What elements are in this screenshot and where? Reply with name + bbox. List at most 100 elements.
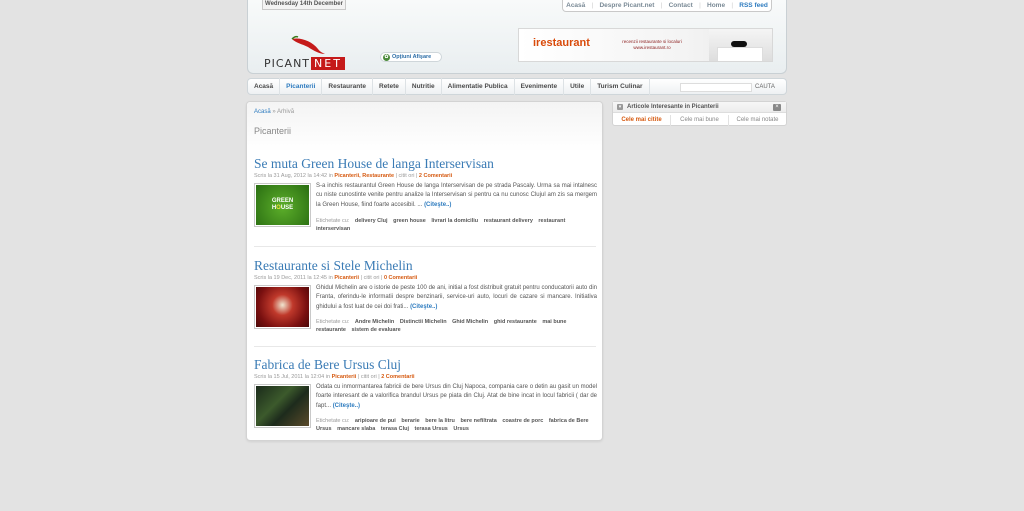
widget-title: Articole Interesante in Picanterii: [627, 104, 719, 110]
content-panel: Acasă » Arhivă Picanterii Se muta Green …: [246, 101, 603, 441]
breadcrumb-current: Arhivă: [277, 109, 295, 115]
post-tags: Etichetate cu: aripioare de pui berarie …: [316, 418, 597, 433]
post-thumbnail[interactable]: GREEN HOUSE: [254, 183, 311, 227]
tag-link[interactable]: terasa Ursus: [415, 426, 448, 432]
tag-link[interactable]: terasa Cluj: [381, 426, 409, 432]
read-more-link[interactable]: (Citeşte..): [424, 202, 451, 208]
display-options-button[interactable]: ✿ Opţiuni Afişare: [380, 52, 442, 62]
search-input[interactable]: [680, 83, 752, 92]
nav-item-nutritie[interactable]: Nutritie: [406, 78, 442, 95]
thumb-text-house: HOUSE: [272, 205, 293, 212]
gear-icon: ✿: [383, 53, 390, 61]
chili-pepper-icon: [291, 35, 325, 54]
banner-brand-text: irestaurant: [533, 37, 590, 49]
post-item: Fabrica de Bere Ursus Cluj Scris la 15 J…: [254, 357, 597, 437]
post-comments-link[interactable]: 0 Comentarii: [384, 275, 417, 281]
top-link-rss[interactable]: RSS feed: [739, 2, 768, 9]
post-thumbnail[interactable]: [254, 384, 311, 428]
post-reads: | citit ori |: [357, 374, 380, 380]
tag-link[interactable]: mancare slaba: [337, 426, 375, 432]
post-meta: Scris la 31 Aug, 2012 la 14:42 in Picant…: [254, 173, 596, 179]
post-title[interactable]: Fabrica de Bere Ursus Cluj: [254, 357, 596, 372]
separator: |: [591, 2, 594, 9]
breadcrumb: Acasă » Arhivă: [254, 109, 324, 117]
nav-item-acasa[interactable]: Acasă: [248, 78, 281, 95]
ad-banner[interactable]: irestaurant recenzii restaurante si loca…: [518, 28, 773, 62]
breadcrumb-separator: »: [272, 109, 276, 115]
tag-link[interactable]: restaurant delivery: [484, 218, 533, 224]
post-thumbnail[interactable]: [254, 285, 311, 329]
search-button[interactable]: CAUTA: [755, 82, 775, 92]
post-comments-link[interactable]: 2 Comentarii: [381, 374, 414, 380]
post-categories[interactable]: Picanterii, Restaurante: [334, 173, 394, 179]
michelin-dish-image: [256, 287, 309, 327]
top-link-acasa[interactable]: Acasă: [566, 2, 585, 9]
tag-link[interactable]: ghid restaurante: [494, 319, 537, 325]
nav-item-picanterii[interactable]: Picanterii: [280, 78, 323, 95]
ursus-terrace-image: [256, 386, 309, 426]
tags-label: Etichetate cu:: [316, 218, 350, 224]
close-icon[interactable]: ×: [773, 104, 781, 111]
collapse-toggle-icon[interactable]: ▾: [617, 104, 623, 110]
post-comments-link[interactable]: 2 Comentarii: [419, 173, 452, 179]
banner-brand: irestaurant: [533, 37, 590, 49]
tag-link[interactable]: sistem de evaluare: [352, 327, 401, 333]
breadcrumb-home[interactable]: Acasă: [254, 109, 271, 115]
banner-tagline: recenzii restaurante si localuri www.ire…: [619, 39, 685, 51]
tab-most-rated[interactable]: Cele mai notate: [729, 115, 786, 126]
post-tags: Etichetate cu: delivery Cluj green house…: [316, 218, 597, 233]
nav-item-evenimente[interactable]: Evenimente: [515, 78, 565, 95]
top-link-contact[interactable]: Contact: [669, 2, 693, 9]
nav-item-restaurante[interactable]: Restaurante: [322, 78, 373, 95]
tag-link[interactable]: bere la litru: [425, 418, 455, 424]
tag-link[interactable]: coastre de porc: [502, 418, 543, 424]
post-date: Scris la 15 Jul, 2011 la 12:04 in: [254, 374, 331, 380]
post-excerpt: S-a inchis restaurantul Green House de l…: [316, 182, 597, 210]
tag-link[interactable]: berarie: [401, 418, 419, 424]
post-divider: [254, 346, 596, 347]
tags-label: Etichetate cu:: [316, 319, 350, 325]
top-link-home[interactable]: Home: [707, 2, 725, 9]
post-meta: Scris la 15 Jul, 2011 la 12:04 in Picant…: [254, 374, 596, 380]
logo-wordmark: PICANT NET: [264, 57, 345, 70]
thumb-text-green: GREEN: [271, 198, 294, 204]
green-house-logo-image: GREEN HOUSE: [256, 185, 309, 225]
tag-link[interactable]: Ursus: [453, 426, 469, 432]
read-more-link[interactable]: (Citeşte..): [333, 403, 360, 409]
site-logo[interactable]: PICANT NET: [264, 34, 356, 70]
widget-tabs: Cele mai citite Cele mai bune Cele mai n…: [613, 115, 786, 126]
tag-link[interactable]: delivery Cluj: [355, 218, 388, 224]
tag-link[interactable]: bere nefiltrata: [460, 418, 496, 424]
bow-tie-icon: [731, 41, 747, 47]
banner-waiter-image: [709, 29, 772, 61]
tag-link[interactable]: Andre Michelin: [355, 319, 394, 325]
post-reads: | citit ori |: [395, 173, 418, 179]
tag-link[interactable]: aripioare de pui: [355, 418, 396, 424]
tag-link[interactable]: livrari la domiciliu: [431, 218, 478, 224]
post-title[interactable]: Se muta Green House de langa Interservis…: [254, 156, 596, 171]
post-title[interactable]: Restaurante si Stele Michelin: [254, 258, 596, 273]
nav-item-alimentatie-publica[interactable]: Alimentatie Publica: [442, 78, 515, 95]
post-categories[interactable]: Picanterii: [334, 275, 359, 281]
nav-item-retete[interactable]: Retete: [373, 78, 406, 95]
nav-item-turism-culinar[interactable]: Turism Culinar: [591, 78, 650, 95]
tab-best[interactable]: Cele mai bune: [671, 115, 729, 126]
top-link-despre[interactable]: Despre Picant.net: [599, 2, 654, 9]
separator: |: [660, 2, 663, 9]
post-item: Se muta Green House de langa Interservis…: [254, 156, 597, 247]
read-more-link[interactable]: (Citeşte..): [410, 304, 437, 310]
tag-link[interactable]: Distinctii Michelin: [400, 319, 447, 325]
page-title: Picanterii: [254, 126, 292, 136]
logo-text: PICANT: [264, 57, 311, 70]
banner-url: www.irestaurant.ro: [633, 45, 671, 50]
post-reads: | citit ori |: [360, 275, 383, 281]
separator: |: [699, 2, 701, 9]
nav-item-utile[interactable]: Utile: [564, 78, 592, 95]
main-navigation: Acasă Picanterii Restaurante Retete Nutr…: [247, 78, 787, 95]
tab-most-read[interactable]: Cele mai citite: [613, 115, 671, 126]
thumb-letters-use: USE: [280, 205, 294, 211]
tag-link[interactable]: green house: [393, 218, 426, 224]
tag-link[interactable]: Ghid Michelin: [452, 319, 488, 325]
post-date: Scris la 31 Aug, 2012 la 14:42 in: [254, 173, 333, 179]
post-categories[interactable]: Picanterii: [332, 374, 357, 380]
